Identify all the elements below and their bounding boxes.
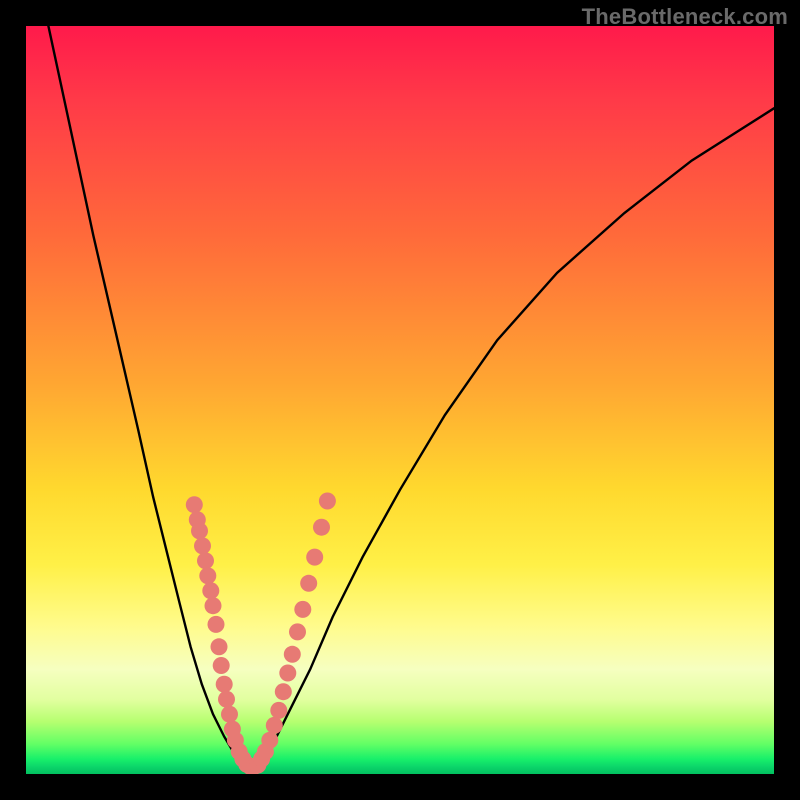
bead-point (221, 706, 238, 723)
bead-point (199, 567, 216, 584)
bead-point (211, 638, 228, 655)
right-curve (258, 108, 774, 766)
bead-point (197, 552, 214, 569)
frame-border: TheBottleneck.com (0, 0, 800, 800)
bead-point (313, 519, 330, 536)
bead-point (216, 676, 233, 693)
left-curve (48, 26, 243, 767)
bead-point (194, 537, 211, 554)
bead-point (294, 601, 311, 618)
bead-point (261, 732, 278, 749)
bead-point (270, 702, 287, 719)
bead-cluster (186, 493, 336, 775)
bead-point (306, 549, 323, 566)
bead-point (289, 623, 306, 640)
bead-point (319, 493, 336, 510)
bead-point (202, 582, 219, 599)
chart-svg (26, 26, 774, 774)
bead-point (279, 665, 296, 682)
bead-point (300, 575, 317, 592)
bead-point (208, 616, 225, 633)
bead-point (213, 657, 230, 674)
bead-point (205, 597, 222, 614)
watermark-text: TheBottleneck.com (582, 4, 788, 30)
bead-point (186, 496, 203, 513)
bead-point (266, 717, 283, 734)
chart-plot-area (26, 26, 774, 774)
bead-point (275, 683, 292, 700)
bead-point (191, 522, 208, 539)
bead-point (218, 691, 235, 708)
bead-point (284, 646, 301, 663)
